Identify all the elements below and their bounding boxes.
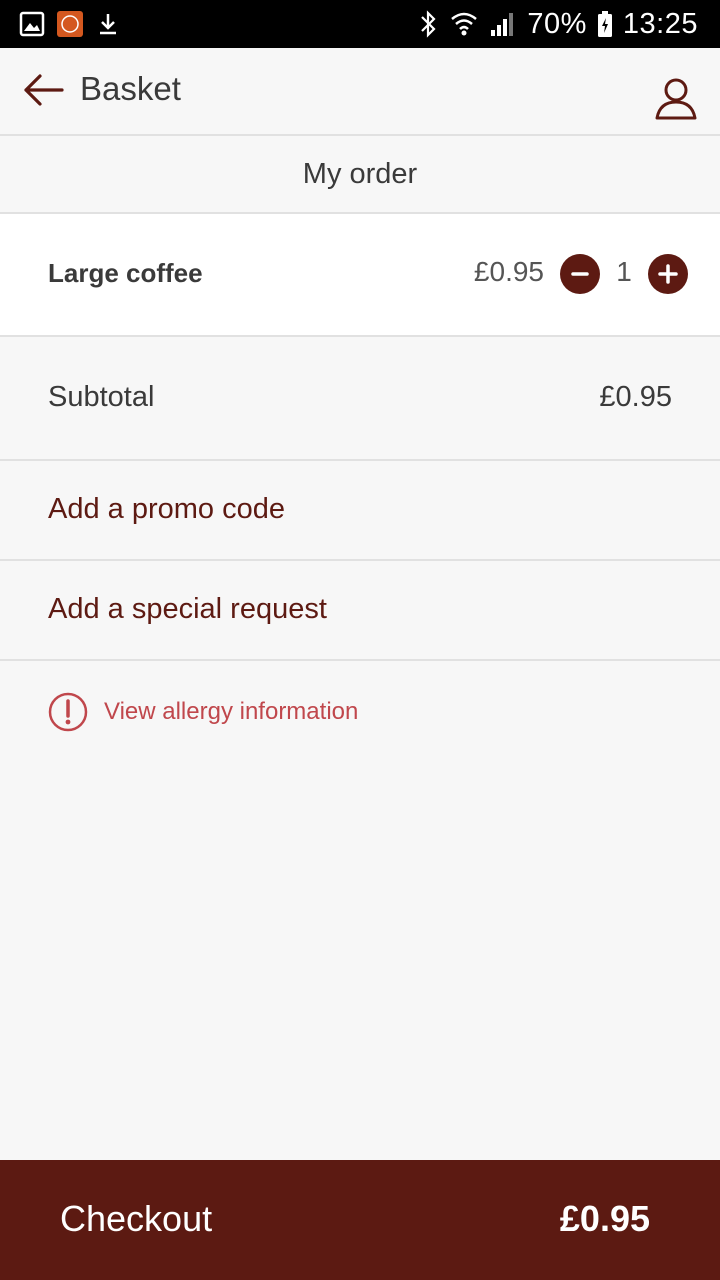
arrow-left-icon: [24, 74, 64, 106]
allergy-info-link[interactable]: View allergy information: [48, 692, 358, 732]
increase-quantity-button[interactable]: [648, 254, 688, 294]
back-button[interactable]: [20, 70, 66, 110]
promo-code-label: Add a promo code: [48, 493, 285, 525]
item-quantity: 1: [616, 256, 632, 287]
alert-icon: [48, 692, 88, 732]
special-request-label: Add a special request: [48, 593, 327, 625]
checkout-button[interactable]: Checkout £0.95: [0, 1160, 720, 1280]
minus-icon: [571, 272, 589, 276]
download-icon: [100, 14, 116, 35]
basket-item: Large coffee £0.95 1: [0, 214, 720, 337]
status-bar-notifications: [18, 8, 122, 40]
signal-icon: [491, 13, 514, 36]
checkout-total: £0.95: [559, 1198, 650, 1239]
app-bar: Basket: [0, 48, 720, 136]
gallery-icon: [19, 11, 45, 37]
subtotal-label: Subtotal: [48, 381, 155, 413]
battery-icon: [597, 11, 612, 37]
subtotal-row: Subtotal £0.95: [0, 337, 720, 461]
item-price: £0.95: [473, 256, 544, 287]
wifi-icon: [451, 12, 478, 36]
allergy-info-label: View allergy information: [104, 698, 359, 725]
section-title: My order: [0, 136, 720, 214]
page-title: Basket: [80, 70, 181, 107]
promo-code-link[interactable]: Add a promo code: [0, 461, 720, 561]
plus-icon: [658, 264, 678, 284]
status-bar-system: 70% 13:25: [417, 0, 698, 48]
clock: 13:25: [622, 7, 698, 40]
app-notification-icon: [57, 11, 83, 37]
decrease-quantity-button[interactable]: [560, 254, 600, 294]
subtotal-value: £0.95: [599, 381, 672, 413]
bluetooth-icon: [421, 10, 436, 38]
status-bar: 70% 13:25: [0, 0, 720, 48]
profile-button[interactable]: [654, 76, 698, 120]
user-icon: [655, 78, 697, 120]
checkout-label: Checkout: [60, 1198, 213, 1239]
special-request-link[interactable]: Add a special request: [0, 561, 720, 661]
battery-percentage: 70%: [527, 7, 587, 40]
item-name: Large coffee: [48, 258, 203, 288]
